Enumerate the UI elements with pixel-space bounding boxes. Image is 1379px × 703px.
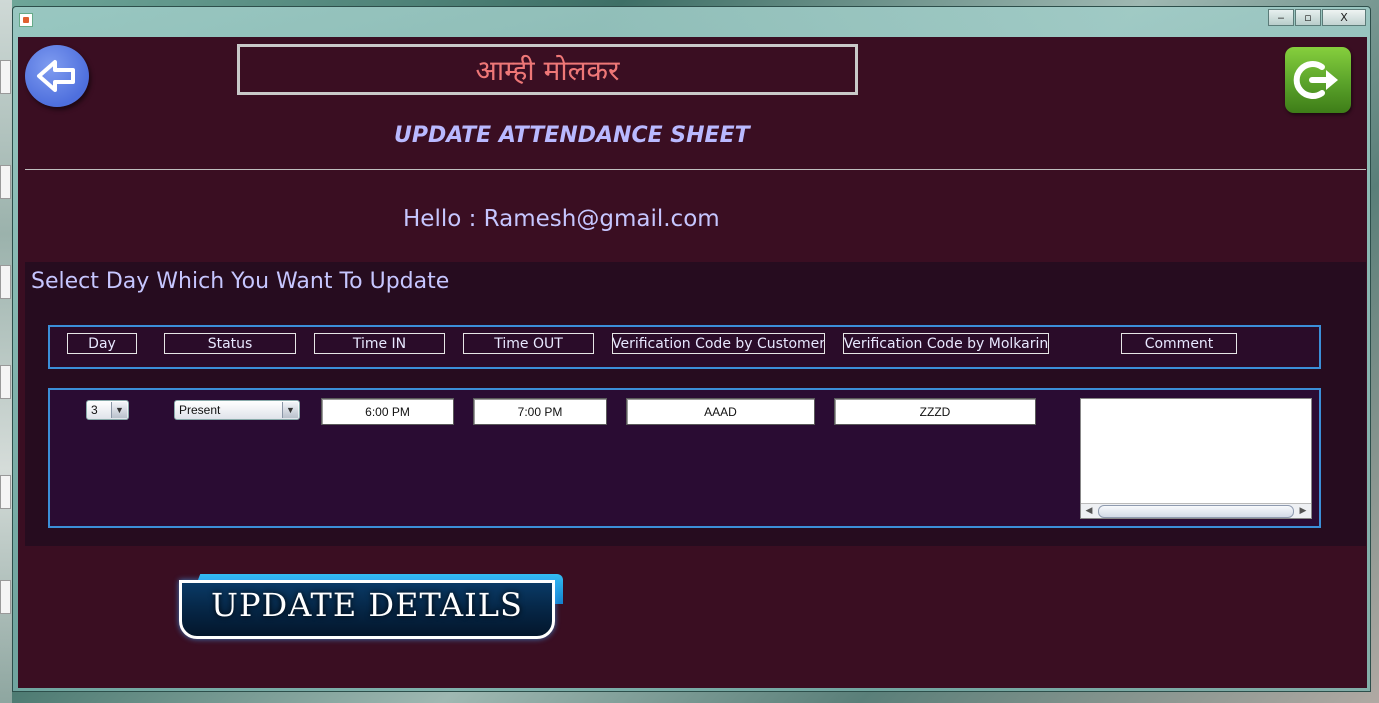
back-arrow-icon: [37, 60, 75, 92]
client-area: आम्ही मोलकर UPDATE ATTENDANCE SHEET Hell…: [18, 37, 1367, 688]
status-select[interactable]: Present ▼: [174, 400, 300, 420]
java-app-icon: [19, 13, 33, 27]
time-in-field[interactable]: 6:00 PM: [321, 398, 454, 425]
app-window: ‒ ▫ X आम्ही मोलकर UPDATE ATTENDANCE SHEE…: [12, 6, 1371, 692]
close-button[interactable]: X: [1322, 9, 1366, 26]
desktop-file-icon[interactable]: [0, 265, 11, 299]
molkarin-code-field[interactable]: ZZZD: [834, 398, 1036, 425]
header-status: Status: [164, 333, 296, 354]
header-molkarin-code: Verification Code by Molkarin: [843, 333, 1049, 354]
user-email: Ramesh@gmail.com: [483, 206, 720, 232]
desktop-file-icon[interactable]: [0, 165, 11, 199]
header-time-out: Time OUT: [463, 333, 594, 354]
chevron-down-icon[interactable]: ▼: [282, 402, 298, 418]
window-controls: ‒ ▫ X: [1268, 9, 1366, 26]
section-title: Select Day Which You Want To Update: [31, 269, 450, 294]
attendance-section: Select Day Which You Want To Update Day …: [25, 262, 1366, 546]
minimize-button[interactable]: ‒: [1268, 9, 1294, 26]
exit-icon: [1293, 61, 1338, 99]
page-title: UPDATE ATTENDANCE SHEET: [394, 123, 750, 148]
attendance-row-panel: 3 ▼ Present ▼ 6:00 PM 7:00 PM AAAD ZZZD …: [48, 388, 1321, 528]
update-details-button[interactable]: UPDATE DETAILS: [179, 574, 563, 640]
scroll-thumb[interactable]: [1098, 505, 1294, 518]
horizontal-scrollbar[interactable]: ◀ ▶: [1081, 503, 1311, 518]
greeting: Hello : Ramesh@gmail.com: [403, 206, 720, 232]
brand-title: आम्ही मोलकर: [237, 44, 858, 95]
desktop-file-icon[interactable]: [0, 60, 11, 94]
time-out-field[interactable]: 7:00 PM: [473, 398, 607, 425]
column-header-panel: Day Status Time IN Time OUT Verification…: [48, 325, 1321, 369]
back-button[interactable]: [25, 45, 89, 107]
header-comment: Comment: [1121, 333, 1237, 354]
desktop-strip: [0, 0, 12, 703]
desktop-file-icon[interactable]: [0, 580, 11, 614]
exit-button[interactable]: [1285, 47, 1351, 113]
desktop-file-icon[interactable]: [0, 365, 11, 399]
customer-code-field[interactable]: AAAD: [626, 398, 815, 425]
chevron-down-icon[interactable]: ▼: [111, 402, 127, 418]
day-select[interactable]: 3 ▼: [86, 400, 129, 420]
status-value: Present: [179, 403, 221, 417]
maximize-button[interactable]: ▫: [1295, 9, 1321, 26]
update-details-label: UPDATE DETAILS: [211, 586, 523, 624]
header-day: Day: [67, 333, 137, 354]
header-time-in: Time IN: [314, 333, 445, 354]
scroll-left-icon[interactable]: ◀: [1082, 505, 1096, 517]
greeting-label: Hello :: [403, 206, 484, 232]
comment-textarea[interactable]: ◀ ▶: [1080, 398, 1312, 519]
day-value: 3: [91, 403, 98, 417]
header-customer-code: Verification Code by Customer: [612, 333, 825, 354]
desktop-file-icon[interactable]: [0, 475, 11, 509]
divider: [25, 169, 1366, 170]
scroll-right-icon[interactable]: ▶: [1296, 505, 1310, 517]
